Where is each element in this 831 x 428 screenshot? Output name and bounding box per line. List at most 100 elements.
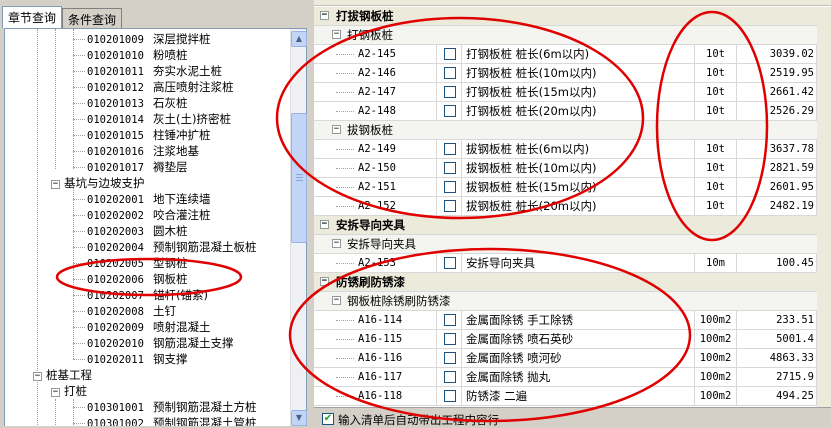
tree-item[interactable]: 010202009 喷射混凝土: [87, 319, 211, 335]
quota-name: 金属面除锈 手工除锈: [462, 311, 695, 330]
tree-item[interactable]: 010202007 锚杆(锚索): [87, 287, 208, 303]
select-checkbox[interactable]: [444, 390, 456, 402]
subsection-row[interactable]: − 钢板桩除锈刷防锈漆: [314, 292, 817, 311]
collapse-toggle-icon[interactable]: −: [332, 296, 341, 305]
quota-row[interactable]: A2-147 打钢板桩 桩长(15m以内) 10t 2661.42: [314, 83, 817, 102]
select-checkbox[interactable]: [444, 352, 456, 364]
quota-row[interactable]: A16-116 金属面除锈 喷河砂 100m2 4863.33: [314, 349, 817, 368]
tree-group[interactable]: − 基坑与边坡支护: [51, 175, 145, 191]
subsection-row[interactable]: − 打钢板桩: [314, 26, 817, 45]
quota-price: 2526.29: [737, 102, 817, 121]
quota-row[interactable]: A16-114 金属面除锈 手工除锈 100m2 233.51: [314, 311, 817, 330]
quota-unit: 10t: [695, 45, 737, 64]
quota-row[interactable]: A2-151 拔钢板桩 桩长(15m以内) 10t 2601.95: [314, 178, 817, 197]
quota-name: 打钢板桩 桩长(15m以内): [462, 83, 695, 102]
tree-item[interactable]: 010202008 土钉: [87, 303, 176, 319]
select-checkbox[interactable]: [444, 200, 456, 212]
tree-item[interactable]: 010201013 石灰桩: [87, 95, 188, 111]
tree-item-code: 010202004: [87, 242, 144, 254]
tree-item[interactable]: 010201010 粉喷桩: [87, 47, 188, 63]
quota-row[interactable]: A2-146 打钢板桩 桩长(10m以内) 10t 2519.95: [314, 64, 817, 83]
tree-item[interactable]: 010202011 钢支撑: [87, 351, 188, 367]
quota-row[interactable]: A2-145 打钢板桩 桩长(6m以内) 10t 3039.02: [314, 45, 817, 64]
select-checkbox[interactable]: [444, 67, 456, 79]
tree-item[interactable]: 010201009 深层搅拌桩: [87, 31, 211, 47]
select-cell: [437, 178, 462, 197]
tab-condition-query[interactable]: 条件查询: [62, 8, 123, 28]
select-checkbox[interactable]: [444, 314, 456, 326]
quota-row[interactable]: A2-150 拔钢板桩 桩长(10m以内) 10t 2821.59: [314, 159, 817, 178]
quota-row[interactable]: A2-153 安拆导向夹具 10m 100.45: [314, 254, 817, 273]
section-row[interactable]: − 防锈刷防锈漆: [314, 273, 817, 292]
tree-item[interactable]: 010202001 地下连续墙: [87, 191, 211, 207]
tree-scrollbar[interactable]: ▲ ▼: [290, 29, 307, 426]
tree-item-name: 深层搅拌桩: [153, 32, 211, 46]
tree-item[interactable]: 010201011 夯实水泥土桩: [87, 63, 222, 79]
tree-item[interactable]: 010202005 型钢桩: [87, 255, 188, 271]
select-checkbox[interactable]: [444, 105, 456, 117]
auto-content-checkbox[interactable]: ✔: [322, 413, 334, 425]
quota-code: A16-116: [314, 349, 437, 368]
subsection-title: 拔钢板桩: [347, 123, 393, 137]
chapter-tree[interactable]: 010201009 深层搅拌桩 010201010 粉喷桩 010201011 夯实水泥土…: [4, 28, 307, 426]
collapse-toggle-icon[interactable]: −: [51, 387, 60, 397]
select-checkbox[interactable]: [444, 48, 456, 60]
quota-row[interactable]: A16-117 金属面除锈 抛丸 100m2 2715.9: [314, 368, 817, 387]
tree-item[interactable]: 010201014 灰土(土)挤密桩: [87, 111, 231, 127]
subsection-title: 钢板桩除锈刷防锈漆: [347, 294, 451, 308]
select-checkbox[interactable]: [444, 162, 456, 174]
quota-name: 打钢板桩 桩长(20m以内): [462, 102, 695, 121]
collapse-toggle-icon[interactable]: −: [320, 11, 329, 20]
scroll-down-button[interactable]: ▼: [291, 410, 307, 426]
select-cell: [437, 368, 462, 387]
quota-unit: 100m2: [695, 349, 737, 368]
quota-row[interactable]: A16-118 防锈漆 二遍 100m2 494.25: [314, 387, 817, 406]
tree-item-name: 夯实水泥土桩: [153, 64, 222, 78]
tree-item-name: 钢板桩: [153, 272, 188, 286]
subsection-row[interactable]: − 安拆导向夹具: [314, 235, 817, 254]
tree-item[interactable]: 010202006 钢板桩: [87, 271, 188, 287]
tree-item-code: 010201014: [87, 114, 144, 126]
select-checkbox[interactable]: [444, 333, 456, 345]
tree-item-name: 咬合灌注桩: [153, 208, 211, 222]
quota-name: 拔钢板桩 桩长(10m以内): [462, 159, 695, 178]
scroll-thumb[interactable]: [291, 113, 307, 243]
select-cell: [437, 197, 462, 216]
tree-item[interactable]: 010202003 圆木桩: [87, 223, 188, 239]
quota-row[interactable]: A2-152 拔钢板桩 桩长(20m以内) 10t 2482.19: [314, 197, 817, 216]
tab-chapter-query[interactable]: 章节查询: [2, 6, 63, 28]
tree-item[interactable]: 010202002 咬合灌注桩: [87, 207, 211, 223]
quota-table-panel: − 打拔钢板桩 − 打钢板桩 A2-145 打钢板桩 桩长(6m以内) 10t 3039.02…: [314, 0, 831, 427]
scroll-up-button[interactable]: ▲: [291, 31, 307, 47]
section-row[interactable]: − 安拆导向夹具: [314, 216, 817, 235]
tree-item[interactable]: 010201016 注浆地基: [87, 143, 199, 159]
quota-name: 拔钢板桩 桩长(6m以内): [462, 140, 695, 159]
select-checkbox[interactable]: [444, 257, 456, 269]
tree-item[interactable]: 010202010 钢筋混凝土支撑: [87, 335, 234, 351]
select-checkbox[interactable]: [444, 86, 456, 98]
select-checkbox[interactable]: [444, 181, 456, 193]
tree-item[interactable]: 010201015 柱锤冲扩桩: [87, 127, 211, 143]
quota-price: 3039.02: [737, 45, 817, 64]
quota-row[interactable]: A2-148 打钢板桩 桩长(20m以内) 10t 2526.29: [314, 102, 817, 121]
quota-row[interactable]: A2-149 拔钢板桩 桩长(6m以内) 10t 3637.78: [314, 140, 817, 159]
collapse-toggle-icon[interactable]: −: [33, 371, 42, 381]
tree-item[interactable]: 010201017 褥垫层: [87, 159, 188, 175]
tree-item[interactable]: 010201012 高压喷射注浆桩: [87, 79, 234, 95]
tree-group[interactable]: − 桩基工程: [33, 367, 92, 383]
tree-item[interactable]: 010202004 预制钢筋混凝土板桩: [87, 239, 257, 255]
tree-item[interactable]: 010301001 预制钢筋混凝土方桩: [87, 399, 257, 415]
collapse-toggle-icon[interactable]: −: [332, 239, 341, 248]
collapse-toggle-icon[interactable]: −: [320, 277, 329, 286]
tree-item[interactable]: 010301002 预制钢筋混凝土管桩: [87, 415, 257, 426]
section-row[interactable]: − 打拔钢板桩: [314, 7, 817, 26]
tree-group[interactable]: − 打桩: [51, 383, 87, 399]
select-checkbox[interactable]: [444, 143, 456, 155]
subsection-row[interactable]: − 拔钢板桩: [314, 121, 817, 140]
collapse-toggle-icon[interactable]: −: [332, 30, 341, 39]
collapse-toggle-icon[interactable]: −: [332, 125, 341, 134]
collapse-toggle-icon[interactable]: −: [51, 179, 60, 189]
select-checkbox[interactable]: [444, 371, 456, 383]
collapse-toggle-icon[interactable]: −: [320, 220, 329, 229]
quota-row[interactable]: A16-115 金属面除锈 喷石英砂 100m2 5001.4: [314, 330, 817, 349]
